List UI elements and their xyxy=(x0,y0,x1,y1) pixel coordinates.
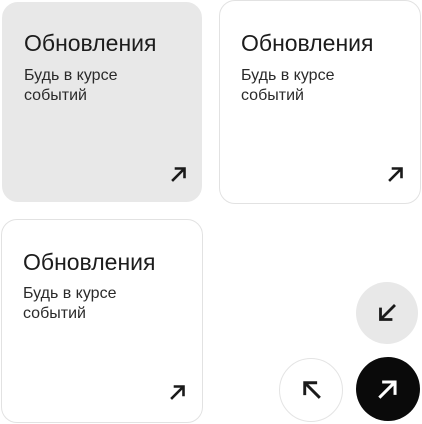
arrow-down-left-button[interactable] xyxy=(356,282,418,344)
arrow-up-right-icon xyxy=(170,385,185,400)
arrow-up-right-icon xyxy=(378,380,397,399)
card-title: Обновления xyxy=(23,249,156,275)
arrow-down-left-icon xyxy=(379,304,396,321)
card-title: Обновления xyxy=(24,30,157,56)
updates-card-filled[interactable]: Обновления Будь в курсе событий xyxy=(2,2,202,202)
updates-card-outlined-bottom[interactable]: Обновления Будь в курсе событий xyxy=(1,219,203,423)
card-description: Будь в курсе событий xyxy=(241,67,335,104)
arrow-up-left-button[interactable] xyxy=(279,358,343,422)
updates-card-outlined[interactable]: Обновления Будь в курсе событий xyxy=(219,0,421,204)
card-description: Будь в курсе событий xyxy=(24,67,118,104)
arrow-up-right-button[interactable] xyxy=(356,357,420,421)
arrow-up-left-icon xyxy=(303,381,321,399)
card-title: Обновления xyxy=(241,30,374,56)
arrow-up-right-icon xyxy=(171,167,186,182)
arrow-up-right-icon xyxy=(388,167,403,182)
card-description: Будь в курсе событий xyxy=(23,285,117,322)
